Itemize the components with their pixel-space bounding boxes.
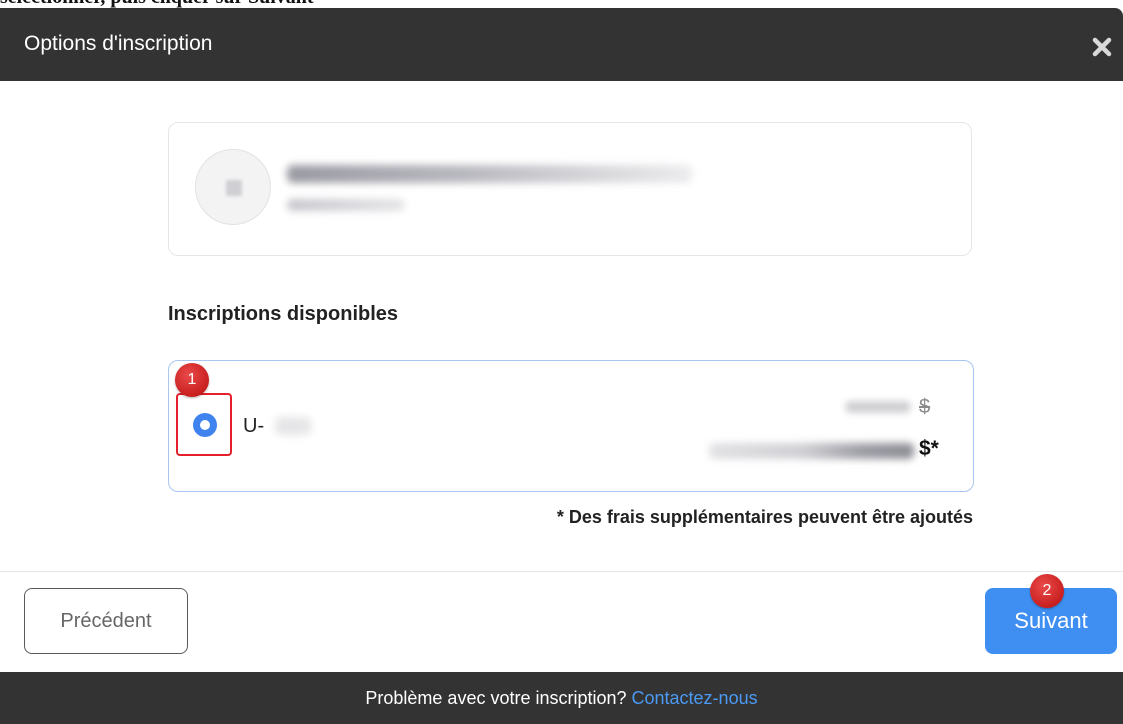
help-footer: Problème avec votre inscription? Contact…: [0, 672, 1123, 724]
instruction-strip: sélectionner, puis cliquer sur Suivant: [0, 0, 1123, 8]
avatar-initials-blurred: [226, 180, 242, 196]
registration-radio[interactable]: [193, 413, 217, 437]
old-price-blurred: [845, 401, 911, 413]
modal-title: Options d'inscription: [24, 32, 213, 55]
footer-divider: [0, 571, 1123, 572]
modal-header: Options d'inscription: [0, 8, 1123, 81]
contact-link[interactable]: Contactez-nous: [632, 688, 758, 708]
close-icon[interactable]: [1089, 34, 1115, 60]
fees-note: * Des frais supplémentaires peuvent être…: [556, 507, 973, 527]
step-badge-1: 1: [175, 363, 209, 397]
instruction-text: sélectionner, puis cliquer sur Suivant: [0, 0, 314, 8]
user-card: [168, 122, 972, 256]
option-code-blurred: [275, 417, 311, 435]
step-badge-2: 2: [1030, 574, 1064, 608]
avatar: [195, 149, 271, 225]
option-code: U-: [243, 415, 265, 437]
previous-button[interactable]: Précédent: [24, 588, 188, 654]
user-subtitle-blurred: [287, 199, 405, 211]
user-name-blurred: [287, 165, 692, 183]
section-title: Inscriptions disponibles: [168, 303, 399, 325]
registration-option[interactable]: U- $ $*: [168, 360, 974, 492]
footer-text: Problème avec votre inscription?: [365, 688, 632, 708]
new-price-blurred: [709, 443, 914, 459]
new-price-currency: $*: [919, 437, 939, 460]
old-price-currency: $: [919, 396, 931, 418]
